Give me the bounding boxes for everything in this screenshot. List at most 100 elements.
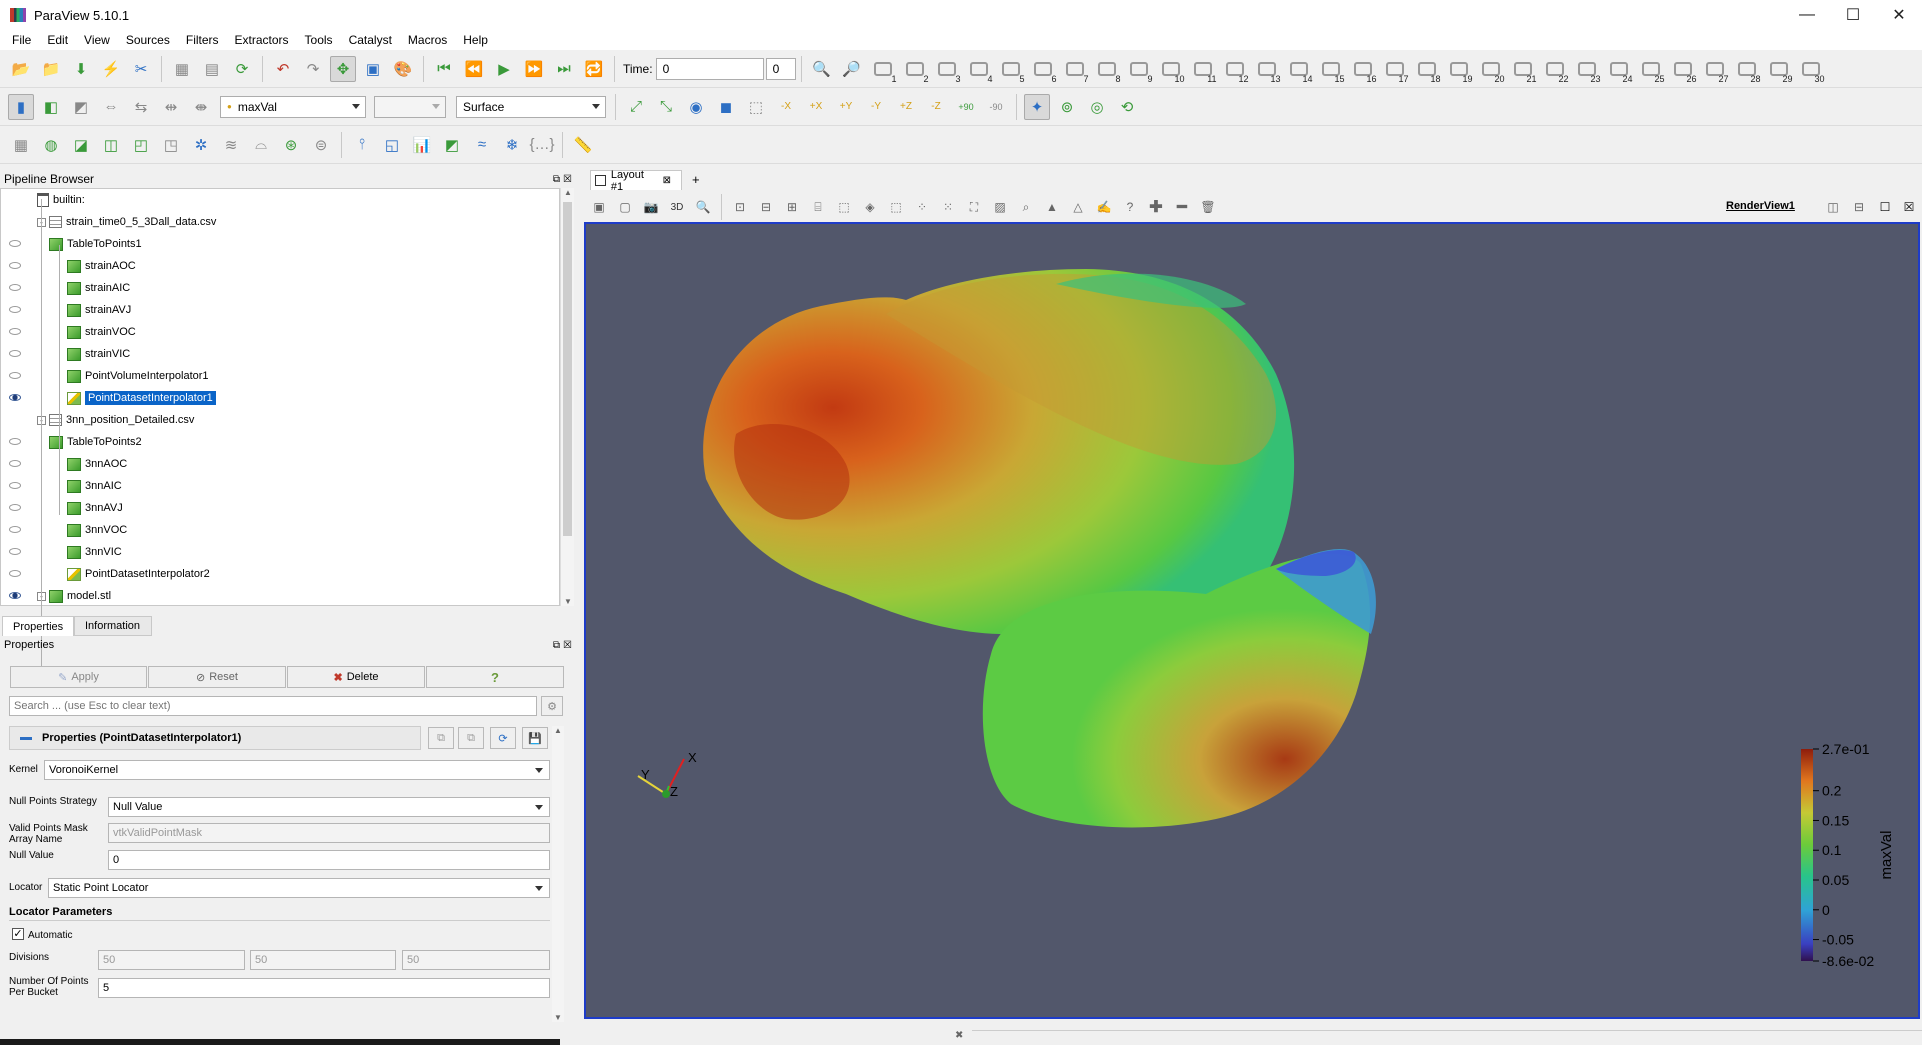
camera-icon[interactable]: 📷	[639, 195, 663, 219]
camera-reset-icon[interactable]: ▣	[360, 56, 386, 82]
camera-bookmark-28-button[interactable]: 28	[1733, 56, 1761, 84]
extract-level-icon[interactable]: ⊜	[308, 132, 334, 158]
undock-icon[interactable]: ⧉	[553, 640, 560, 651]
eye-hidden-icon[interactable]	[9, 526, 21, 533]
set-view-minus-x-icon[interactable]: -X	[773, 94, 799, 120]
section-header[interactable]: Properties (PointDatasetInterpolator1)	[9, 726, 421, 750]
close-tab-icon[interactable]: ⊠	[663, 175, 671, 186]
camera-bookmark-27-button[interactable]: 27	[1701, 56, 1729, 84]
open-icon[interactable]: 📂	[8, 56, 34, 82]
center-axes-visibility-icon[interactable]: ✦	[1024, 93, 1050, 120]
tree-root[interactable]: builtin:	[1, 189, 559, 211]
eye-hidden-icon[interactable]	[9, 306, 21, 313]
status-close-icon[interactable]: ✖	[955, 1030, 963, 1041]
camera-bookmark-8-button[interactable]: 8	[1093, 56, 1121, 84]
camera-bookmark-16-button[interactable]: 16	[1349, 56, 1377, 84]
pipeline-item[interactable]: 3nnAOC	[1, 453, 559, 475]
hover-info-icon[interactable]: ?	[1118, 195, 1142, 219]
calculator-icon[interactable]: ▦	[8, 132, 34, 158]
split-horizontal-icon[interactable]: ◫	[1821, 195, 1845, 219]
undock-icon[interactable]: ⧉	[553, 174, 560, 185]
add-layout-button[interactable]: +	[692, 172, 700, 187]
menu-tools[interactable]: Tools	[297, 33, 341, 47]
scroll-down-icon[interactable]: ▼	[564, 597, 572, 606]
add-selection-icon[interactable]: ✚	[1144, 195, 1168, 219]
toggle-labels-icon[interactable]: ▲	[1040, 195, 1064, 219]
locator-select[interactable]: Static Point Locator	[48, 878, 550, 898]
eye-hidden-icon[interactable]	[9, 460, 21, 467]
contour-icon[interactable]: ◍	[38, 132, 64, 158]
camera-bookmark-7-button[interactable]: 7	[1061, 56, 1089, 84]
automatic-checkbox[interactable]: ✓	[12, 928, 24, 940]
stream-tracer-icon[interactable]: ≋	[218, 132, 244, 158]
pipeline-item[interactable]: -strain_time0_5_3Dall_data.csv	[1, 211, 559, 233]
menu-edit[interactable]: Edit	[39, 33, 76, 47]
plot-over-line-icon[interactable]: ◱	[379, 132, 405, 158]
pipeline-item[interactable]: strainVIC	[1, 343, 559, 365]
copy-icon[interactable]: ⧉	[428, 727, 454, 749]
zoom-closest-icon[interactable]: ◼	[713, 94, 739, 120]
camera-bookmark-22-button[interactable]: 22	[1541, 56, 1569, 84]
close-view-icon[interactable]: ☒	[1897, 195, 1921, 219]
clip-icon[interactable]: ◪	[68, 132, 94, 158]
scrollbar-thumb[interactable]	[563, 202, 572, 536]
shrink-selection-icon[interactable]: ▨	[988, 195, 1012, 219]
eye-hidden-icon[interactable]	[9, 504, 21, 511]
select-block-icon[interactable]: ◈	[858, 195, 882, 219]
camera-bookmark-18-button[interactable]: 18	[1413, 56, 1441, 84]
close-button[interactable]: ✕	[1876, 0, 1922, 30]
pipeline-item[interactable]: -3nn_position_Detailed.csv	[1, 409, 559, 431]
tab-information[interactable]: Information	[74, 616, 152, 636]
close-panel-icon[interactable]: ☒	[563, 640, 572, 651]
representation-select[interactable]: Surface	[456, 95, 606, 118]
scroll-up-icon[interactable]: ▲	[564, 188, 572, 197]
pipeline-item[interactable]: PointVolumeInterpolator1	[1, 365, 559, 387]
camera-bookmark-30-button[interactable]: 30	[1797, 56, 1825, 84]
camera-bookmark-11-button[interactable]: 11	[1189, 56, 1217, 84]
camera-bookmark-12-button[interactable]: 12	[1221, 56, 1249, 84]
valid-mask-input[interactable]: vtkValidPointMask	[108, 823, 550, 843]
eye-hidden-icon[interactable]	[9, 328, 21, 335]
edit-labels-icon[interactable]: ✍	[1092, 195, 1116, 219]
set-view-minus-y-icon[interactable]: -Y	[863, 94, 889, 120]
plot-selection-icon[interactable]: ≈	[469, 132, 495, 158]
auto-apply-icon[interactable]: ⟳	[229, 56, 255, 82]
rescale-visible-icon[interactable]: ⇹	[158, 94, 184, 120]
zoom-to-data-icon[interactable]: ◉	[683, 94, 709, 120]
component-select[interactable]	[374, 95, 446, 118]
restore-defaults-icon[interactable]: ⟳	[490, 727, 516, 749]
pipeline-item[interactable]: 3nnVIC	[1, 541, 559, 563]
pipeline-item[interactable]: TableToPoints2	[1, 431, 559, 453]
extract-subset-icon[interactable]: ◳	[158, 132, 184, 158]
camera-bookmark-15-button[interactable]: 15	[1317, 56, 1345, 84]
help-button[interactable]: ?	[426, 666, 564, 688]
save-defaults-icon[interactable]: 💾	[522, 727, 548, 749]
python-calculator-icon[interactable]: {…}	[529, 132, 555, 158]
menu-sources[interactable]: Sources	[118, 33, 178, 47]
menu-view[interactable]: View	[76, 33, 118, 47]
set-view-minus-z-icon[interactable]: -Z	[923, 94, 949, 120]
pipeline-item[interactable]: strainAOC	[1, 255, 559, 277]
kernel-select[interactable]: VoronoiKernel	[44, 760, 550, 780]
add-camera-icon[interactable]: 🔎	[839, 56, 865, 82]
color-array-select[interactable]: ● maxVal	[220, 95, 366, 118]
camera-bookmark-13-button[interactable]: 13	[1253, 56, 1281, 84]
disconnect-icon[interactable]: ✂	[128, 56, 154, 82]
interactive-select-icon[interactable]: ⬚	[884, 195, 908, 219]
select-cells-through-icon[interactable]: ⊞	[780, 195, 804, 219]
maximize-button[interactable]: ☐	[1830, 0, 1876, 30]
zoom-to-data-icon[interactable]: 🔍	[809, 56, 835, 82]
toggle-color-legend-icon[interactable]: ▮	[8, 93, 34, 120]
pipeline-item[interactable]: TableToPoints1	[1, 233, 559, 255]
clear-selection-icon[interactable]: 🗑	[1196, 195, 1220, 219]
time-input[interactable]: 0	[655, 57, 764, 80]
slice-icon[interactable]: ◫	[98, 132, 124, 158]
camera-bookmark-6-button[interactable]: 6	[1029, 56, 1057, 84]
camera-bookmark-9-button[interactable]: 9	[1125, 56, 1153, 84]
eye-hidden-icon[interactable]	[9, 350, 21, 357]
pipeline-item[interactable]: PointDatasetInterpolator2	[1, 563, 559, 585]
eye-hidden-icon[interactable]	[9, 372, 21, 379]
eye-hidden-icon[interactable]	[9, 262, 21, 269]
plot-data-icon[interactable]: ◩	[439, 132, 465, 158]
camera-bookmark-5-button[interactable]: 5	[997, 56, 1025, 84]
